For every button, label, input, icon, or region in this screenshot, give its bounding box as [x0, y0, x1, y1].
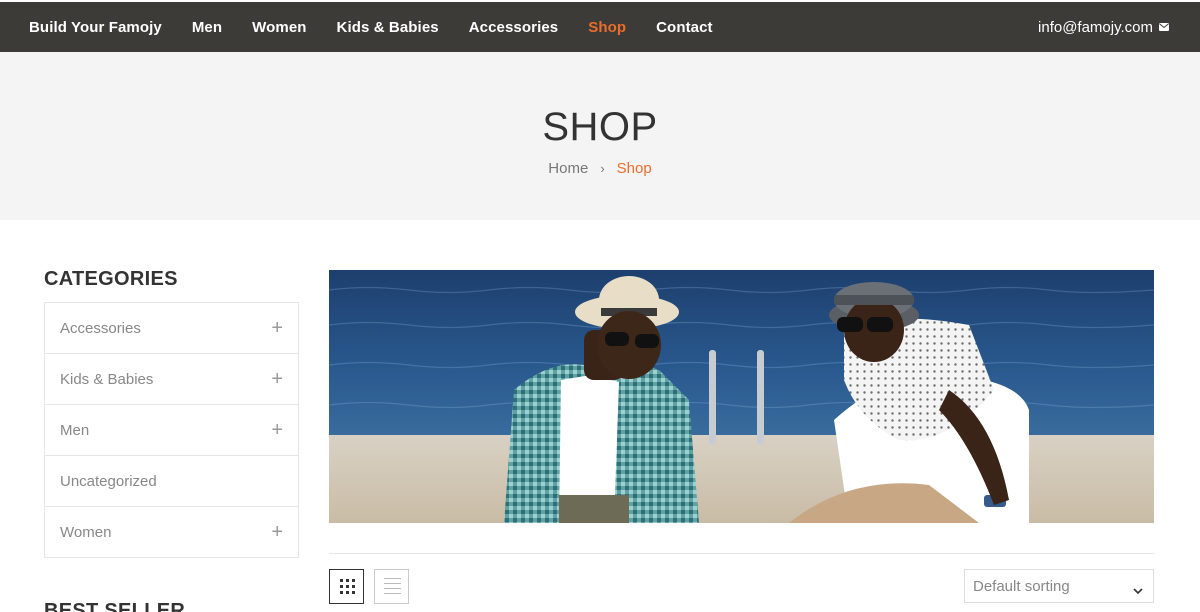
category-item-accessories[interactable]: Accessories +: [45, 303, 298, 354]
expand-plus-icon[interactable]: +: [271, 420, 283, 440]
page-header: SHOP Home › Shop: [0, 52, 1200, 220]
email-address: info@famojy.com: [1038, 18, 1153, 36]
sort-order-select[interactable]: Default sorting: [964, 569, 1154, 603]
page-title: SHOP: [542, 105, 658, 149]
expand-plus-icon[interactable]: +: [271, 369, 283, 389]
breadcrumb-home-link[interactable]: Home: [548, 160, 588, 177]
expand-plus-icon[interactable]: +: [271, 522, 283, 542]
category-label[interactable]: Kids & Babies: [60, 371, 153, 388]
nav-item-shop[interactable]: Shop: [588, 19, 626, 36]
list-icon: [384, 578, 401, 596]
breadcrumb-separator: ›: [600, 161, 605, 176]
grid-icon: [340, 579, 355, 594]
breadcrumb-current: Shop: [616, 160, 652, 177]
envelope-icon: [1159, 23, 1169, 31]
contact-email-link[interactable]: info@famojy.com: [1038, 2, 1169, 52]
breadcrumb: Home › Shop: [0, 159, 1200, 179]
category-label[interactable]: Women: [60, 524, 111, 541]
category-item-uncategorized[interactable]: Uncategorized: [45, 456, 298, 507]
nav-item-kids-babies[interactable]: Kids & Babies: [337, 19, 439, 36]
shop-banner-image: [329, 270, 1154, 523]
category-list: Accessories + Kids & Babies + Men + Unca…: [44, 302, 299, 558]
main-menu: Build Your Famojy Men Women Kids & Babie…: [29, 2, 743, 52]
category-label[interactable]: Men: [60, 422, 89, 439]
best-seller-heading: BEST SELLER: [44, 600, 186, 612]
nav-item-women[interactable]: Women: [252, 19, 306, 36]
category-item-kids-babies[interactable]: Kids & Babies +: [45, 354, 298, 405]
nav-item-build-your-famojy[interactable]: Build Your Famojy: [29, 19, 162, 36]
nav-item-contact[interactable]: Contact: [656, 19, 713, 36]
list-view-button[interactable]: [374, 569, 409, 604]
category-item-women[interactable]: Women +: [45, 507, 298, 558]
category-item-men[interactable]: Men +: [45, 405, 298, 456]
top-navigation-bar: Build Your Famojy Men Women Kids & Babie…: [0, 0, 1200, 52]
nav-item-men[interactable]: Men: [192, 19, 222, 36]
category-label[interactable]: Uncategorized: [60, 473, 157, 490]
expand-plus-icon[interactable]: +: [271, 318, 283, 338]
categories-heading: CATEGORIES: [44, 268, 178, 290]
toolbar-divider: [329, 553, 1154, 554]
grid-view-button[interactable]: [329, 569, 364, 604]
sort-selected-value: Default sorting: [973, 577, 1070, 595]
nav-item-accessories[interactable]: Accessories: [469, 19, 559, 36]
category-label[interactable]: Accessories: [60, 320, 141, 337]
chevron-down-icon: [1133, 582, 1143, 599]
